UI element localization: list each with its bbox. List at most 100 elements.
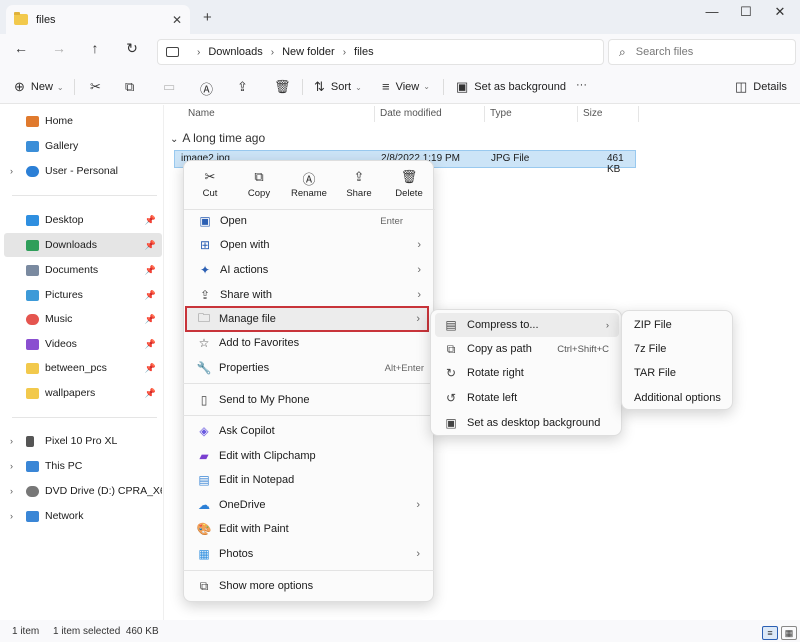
- sidebar-item-documents[interactable]: Documents 📌: [4, 258, 162, 282]
- status-bar: 1 item 1 item selected 460 KB ≡ ▦: [0, 620, 800, 642]
- image-icon: ▣: [445, 416, 457, 430]
- chevron-right-icon[interactable]: ›: [10, 511, 13, 521]
- quick-cut-button[interactable]: ✂ Cut: [186, 169, 234, 205]
- sidebar-item-between-pcs[interactable]: between_pcs 📌: [4, 356, 162, 380]
- group-header[interactable]: ⌄ A long time ago: [170, 131, 265, 145]
- compress-additional-options[interactable]: Additional options: [626, 386, 730, 410]
- pin-icon[interactable]: 📌: [145, 265, 156, 276]
- tab-title: files: [36, 13, 56, 26]
- breadcrumb-files[interactable]: files: [354, 46, 374, 58]
- column-header-size[interactable]: Size: [583, 108, 602, 119]
- quick-share-button[interactable]: ⇪ Share: [335, 169, 383, 205]
- maximize-button[interactable]: ☐: [731, 4, 761, 20]
- sidebar-item-gallery[interactable]: Gallery: [4, 134, 162, 158]
- pin-icon[interactable]: 📌: [145, 240, 156, 251]
- sidebar-item-this-pc[interactable]: › This PC: [4, 454, 162, 478]
- chevron-right-icon[interactable]: ›: [10, 166, 13, 176]
- submenu-item-compress[interactable]: ▤ Compress to... ›: [435, 313, 619, 337]
- chevron-right-icon: ›: [417, 264, 421, 276]
- chevron-right-icon[interactable]: ›: [10, 436, 13, 446]
- address-bar[interactable]: › Downloads › New folder › files: [157, 39, 604, 65]
- submenu-item-copy-as-path[interactable]: ⧉ Copy as path Ctrl+Shift+C: [435, 337, 619, 361]
- tab-files[interactable]: files ✕: [6, 5, 190, 34]
- rename-button[interactable]: Ⓐ: [200, 79, 219, 98]
- sidebar-item-dvd-drive[interactable]: › DVD Drive (D:) CPRA_X64FRE_: [4, 479, 162, 503]
- view-icon: ≡: [382, 79, 390, 94]
- highlight-box: [185, 306, 429, 332]
- command-bar: ⊕ New ⌄ ✂ ⧉ ▭ Ⓐ ⇪ 🗑 ⇅ Sort ⌄ ≡ View ⌄ ▣ …: [0, 70, 800, 104]
- documents-icon: [26, 264, 39, 276]
- sidebar-item-videos[interactable]: Videos 📌: [4, 332, 162, 356]
- share-button[interactable]: ⇪: [237, 79, 254, 95]
- close-tab-icon[interactable]: ✕: [172, 13, 182, 27]
- column-header-date[interactable]: Date modified: [380, 108, 442, 119]
- sidebar-item-pixel-phone[interactable]: › Pixel 10 Pro XL: [4, 429, 162, 453]
- delete-button[interactable]: 🗑: [274, 79, 297, 95]
- pin-icon[interactable]: 📌: [145, 363, 156, 374]
- more-options-button[interactable]: ···: [576, 79, 587, 91]
- tiles-view-icon[interactable]: ▦: [781, 626, 797, 640]
- share-icon: ⇪: [237, 79, 248, 94]
- scissors-icon: ✂: [90, 79, 101, 94]
- chevron-right-icon[interactable]: ›: [10, 486, 13, 496]
- pin-icon[interactable]: 📌: [145, 339, 156, 350]
- column-header-name[interactable]: Name: [188, 108, 215, 119]
- new-tab-button[interactable]: +: [203, 9, 212, 26]
- cut-button[interactable]: ✂: [90, 79, 107, 95]
- new-button[interactable]: ⊕ New ⌄: [14, 79, 64, 95]
- submenu-item-set-desktop-background[interactable]: ▣ Set as desktop background: [435, 411, 619, 435]
- set-as-background-button[interactable]: ▣ Set as background: [456, 79, 566, 95]
- submenu-item-rotate-right[interactable]: ↻ Rotate right: [435, 361, 619, 385]
- shortcut-label: Ctrl+Shift+C: [557, 343, 609, 355]
- chevron-right-icon[interactable]: ›: [10, 461, 13, 471]
- pin-icon[interactable]: 📌: [145, 314, 156, 325]
- pin-icon[interactable]: 📌: [145, 215, 156, 226]
- copy-button[interactable]: ⧉: [125, 79, 140, 95]
- back-arrow-icon[interactable]: ←: [10, 40, 32, 56]
- menu-item-ai-actions[interactable]: ✦ AI actions ›: [188, 258, 431, 282]
- sidebar-item-pictures[interactable]: Pictures 📌: [4, 283, 162, 307]
- sidebar-item-label: Music: [45, 313, 73, 325]
- sidebar-item-user-personal[interactable]: › User - Personal: [4, 159, 162, 183]
- compress-7z[interactable]: 7z File: [626, 337, 730, 361]
- sidebar-item-home[interactable]: Home: [4, 109, 162, 133]
- sort-label: Sort: [330, 81, 352, 93]
- pin-icon[interactable]: 📌: [145, 388, 156, 399]
- quick-rename-button[interactable]: Ⓐ Rename: [285, 169, 333, 205]
- menu-item-open[interactable]: ▣ Open Enter: [188, 209, 431, 233]
- search-input[interactable]: ⌕ Search files: [608, 39, 796, 65]
- menu-item-open-with[interactable]: ⊞ Open with ›: [188, 233, 431, 257]
- sort-button[interactable]: ⇅ Sort ⌄: [314, 79, 362, 95]
- quick-copy-button[interactable]: ⧉ Copy: [235, 169, 283, 205]
- details-button[interactable]: ◫ Details: [735, 79, 787, 95]
- sidebar-item-network[interactable]: › Network: [4, 504, 162, 528]
- up-arrow-icon[interactable]: ↑: [84, 40, 106, 56]
- compress-zip[interactable]: ZIP File: [626, 313, 730, 337]
- sidebar-item-downloads[interactable]: Downloads 📌: [4, 233, 162, 257]
- share-icon: ⇪: [353, 169, 365, 184]
- details-view-icon[interactable]: ≡: [762, 626, 778, 640]
- breadcrumb-new-folder[interactable]: New folder: [282, 46, 335, 58]
- sidebar-item-label: Home: [45, 115, 74, 127]
- submenu-item-rotate-left[interactable]: ↺ Rotate left: [435, 386, 619, 410]
- sidebar-item-music[interactable]: Music 📌: [4, 307, 162, 331]
- refresh-icon[interactable]: ↻: [121, 40, 143, 57]
- column-header-type[interactable]: Type: [490, 108, 512, 119]
- pin-icon[interactable]: 📌: [145, 290, 156, 301]
- forward-arrow-icon[interactable]: →: [48, 40, 70, 56]
- sidebar-item-desktop[interactable]: Desktop 📌: [4, 208, 162, 232]
- sidebar-item-wallpapers[interactable]: wallpapers 📌: [4, 381, 162, 405]
- menu-item-share-with[interactable]: ⇪ Share with ›: [188, 283, 431, 307]
- view-button[interactable]: ≡ View ⌄: [382, 79, 430, 94]
- download-icon: [26, 239, 39, 251]
- file-size: 461 KB: [607, 153, 624, 175]
- breadcrumb-downloads[interactable]: Downloads: [208, 46, 262, 58]
- menu-item-label: AI actions: [220, 264, 269, 276]
- quick-delete-button[interactable]: 🗑 Delete: [385, 169, 433, 205]
- chevron-down-icon: ⌄: [355, 82, 362, 92]
- compress-tar[interactable]: TAR File: [626, 361, 730, 385]
- close-window-button[interactable]: ✕: [765, 4, 795, 20]
- paste-button[interactable]: ▭: [163, 79, 181, 95]
- menu-item-label: Open: [220, 215, 247, 227]
- minimize-button[interactable]: —: [697, 4, 727, 19]
